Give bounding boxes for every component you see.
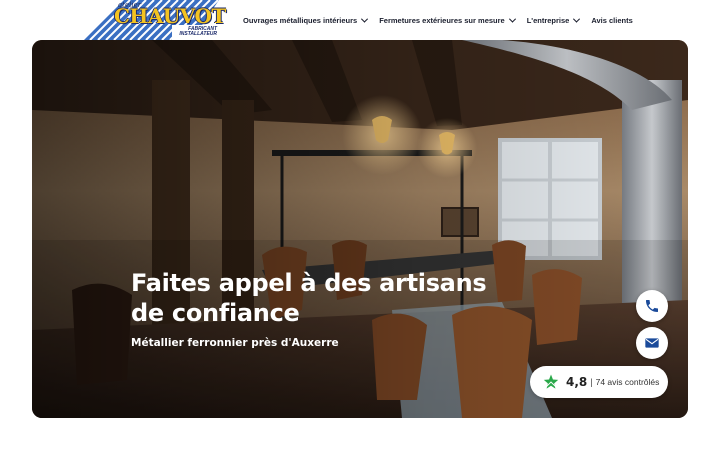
review-score: 4,8 (566, 375, 588, 389)
review-count: 74 avis contrôlés (595, 377, 660, 387)
nav-item-avis[interactable]: Avis clients (591, 16, 632, 25)
nav-item-entreprise[interactable]: L'entreprise (526, 15, 581, 25)
hero-banner: Faites appel à des artisans de confiance… (32, 40, 688, 418)
chevron-down-icon (361, 15, 369, 23)
hero-photo (32, 40, 688, 418)
reviews-badge[interactable]: 4,8 | 74 avis contrôlés (530, 366, 668, 398)
nav-item-ouvrages[interactable]: Ouvrages métalliques intérieurs (243, 15, 369, 25)
phone-icon (646, 300, 658, 312)
chevron-down-icon (573, 15, 581, 23)
nav-item-label: Ouvrages métalliques intérieurs (243, 15, 358, 25)
main-nav: Ouvrages métalliques intérieurs Fermetur… (243, 14, 633, 26)
nav-item-fermetures[interactable]: Fermetures extérieures sur mesure (379, 15, 516, 25)
hero-subtitle: Métallier ferronnier près d'Auxerre (131, 337, 339, 349)
brand-logo[interactable]: atelier CHAUVOT FABRICANT INSTALLATEUR (84, 0, 226, 40)
logo-tagline-2: INSTALLATEUR (179, 31, 217, 37)
logo-wordmark: CHAUVOT (114, 4, 226, 28)
nav-item-label: Fermetures extérieures sur mesure (379, 15, 505, 25)
site-header: atelier CHAUVOT FABRICANT INSTALLATEUR O… (0, 0, 720, 40)
mail-icon (645, 338, 659, 348)
phone-button[interactable] (636, 290, 668, 322)
reviews-star-icon (543, 374, 559, 389)
nav-item-label: Avis clients (591, 15, 633, 25)
nav-item-label: L'entreprise (526, 15, 570, 25)
review-separator: | (590, 377, 593, 387)
hero-title: Faites appel à des artisans de confiance (131, 269, 487, 327)
email-button[interactable] (636, 327, 668, 359)
chevron-down-icon (508, 15, 516, 23)
